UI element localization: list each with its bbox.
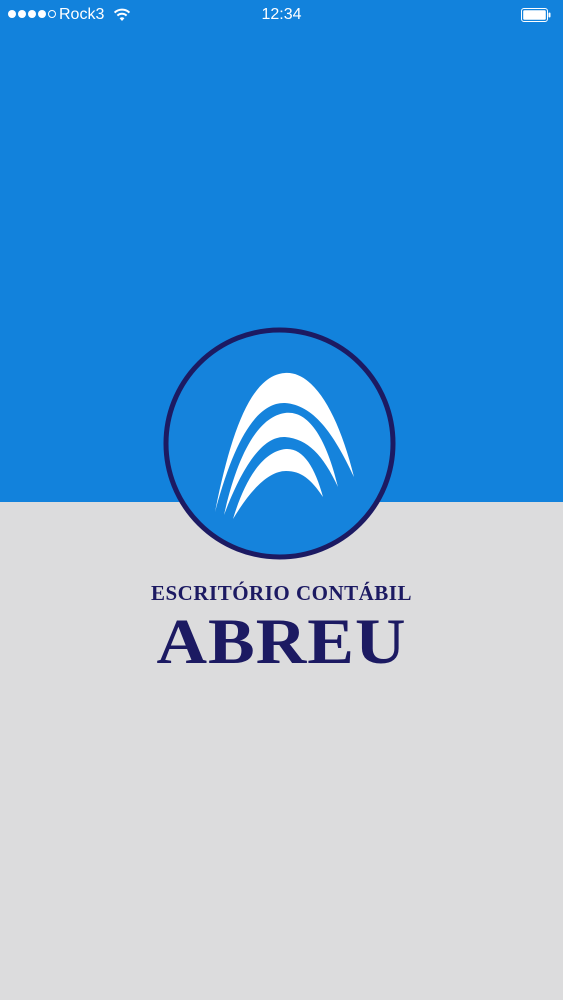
status-time: 12:34 [261,6,302,23]
logo-subtitle: ESCRITÓRIO CONTÁBIL [151,581,412,605]
battery-icon [521,8,551,22]
arches-logo-icon [163,327,396,560]
splash-bottom-background [0,502,563,1000]
status-bar: Rock3 12:34 [0,0,563,30]
logo-wordmark: ABREU [156,607,407,678]
